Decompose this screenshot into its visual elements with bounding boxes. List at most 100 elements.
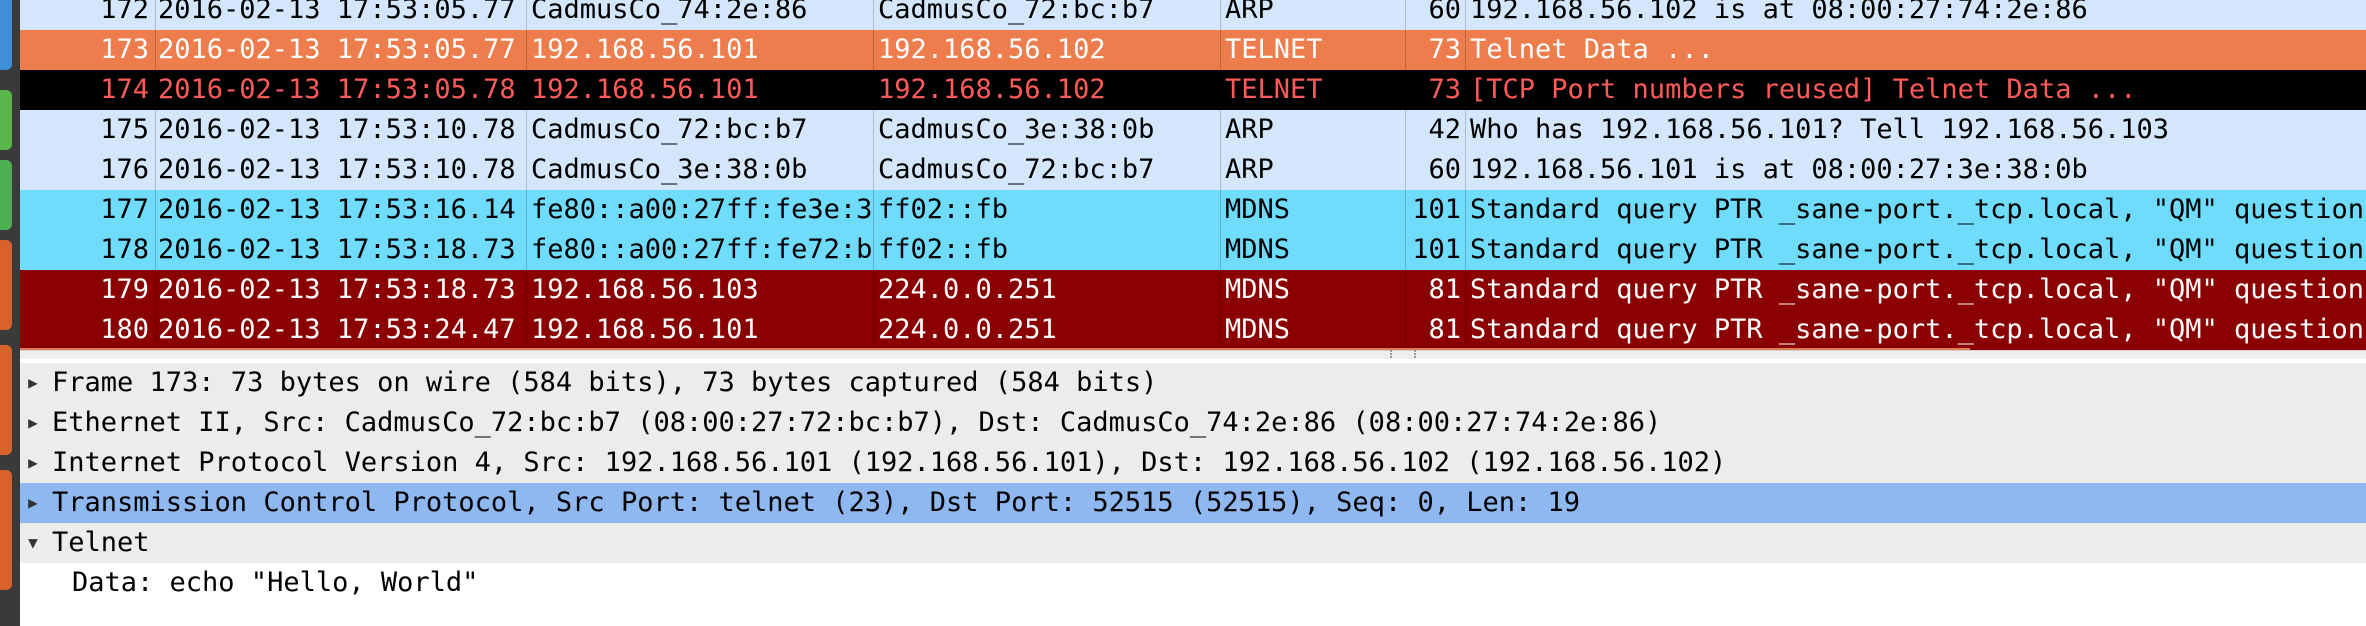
launcher-tile[interactable] [0, 90, 12, 150]
packet-source: 192.168.56.101 [527, 310, 874, 350]
packet-length: 101 [1406, 190, 1466, 230]
packet-protocol: ARP [1221, 110, 1406, 150]
tree-item-label: Data: echo "Hello, World" [72, 567, 479, 598]
tree-item-telnet-data[interactable]: Data: echo "Hello, World" [20, 563, 2366, 603]
launcher-sidebar [0, 0, 20, 626]
packet-length: 81 [1406, 310, 1466, 350]
packet-number: 177 [20, 190, 156, 230]
packet-row[interactable]: 180 2016-02-13 17:53:24.47 192.168.56.10… [20, 310, 2366, 350]
packet-source: fe80::a00:27ff:fe3e:38 [527, 190, 874, 230]
packet-number: 173 [20, 30, 156, 70]
packet-destination: ff02::fb [874, 230, 1221, 270]
packet-destination: CadmusCo_3e:38:0b [874, 110, 1221, 150]
packet-protocol: MDNS [1221, 270, 1406, 310]
tree-item-label: Internet Protocol Version 4, Src: 192.16… [52, 447, 1727, 478]
packet-info: Standard query PTR _sane-port._tcp.local… [1470, 314, 2365, 345]
packet-source: 192.168.56.101 [527, 30, 874, 70]
packet-time: 2016-02-13 17:53:05.77 [156, 0, 527, 30]
tree-item-telnet[interactable]: ▼ Telnet [20, 523, 2366, 563]
packet-info: Standard query PTR _sane-port._tcp.local… [1470, 234, 2365, 265]
packet-time: 2016-02-13 17:53:18.73 [156, 230, 527, 270]
packet-row[interactable]: 178 2016-02-13 17:53:18.73 fe80::a00:27f… [20, 230, 2366, 270]
packet-length: 101 [1406, 230, 1466, 270]
collapsed-triangle-icon[interactable]: ▶ [24, 403, 42, 443]
packet-info: Standard query PTR _sane-port._tcp.local… [1470, 194, 2365, 225]
tree-item-tcp[interactable]: ▶ Transmission Control Protocol, Src Por… [20, 483, 2366, 523]
collapsed-triangle-icon[interactable]: ▶ [24, 363, 42, 403]
packet-source: CadmusCo_74:2e:86 [527, 0, 874, 30]
packet-protocol: MDNS [1221, 230, 1406, 270]
packet-source: 192.168.56.103 [527, 270, 874, 310]
tree-item-label: Transmission Control Protocol, Src Port:… [52, 487, 1581, 518]
packet-source: 192.168.56.101 [527, 70, 874, 110]
launcher-tile[interactable] [0, 160, 12, 230]
packet-destination: CadmusCo_72:bc:b7 [874, 150, 1221, 190]
packet-destination: CadmusCo_72:bc:b7 [874, 0, 1221, 30]
tree-item-label: Ethernet II, Src: CadmusCo_72:bc:b7 (08:… [52, 407, 1662, 438]
packet-destination: 224.0.0.251 [874, 310, 1221, 350]
tree-item-label: Frame 173: 73 bytes on wire (584 bits), … [52, 367, 1158, 398]
tree-item-frame[interactable]: ▶ Frame 173: 73 bytes on wire (584 bits)… [20, 363, 2366, 403]
packet-time: 2016-02-13 17:53:18.73 [156, 270, 527, 310]
packet-row[interactable]: 179 2016-02-13 17:53:18.73 192.168.56.10… [20, 270, 2366, 310]
packet-time: 2016-02-13 17:53:16.14 [156, 190, 527, 230]
tree-item-ethernet[interactable]: ▶ Ethernet II, Src: CadmusCo_72:bc:b7 (0… [20, 403, 2366, 443]
launcher-tile[interactable] [0, 0, 12, 70]
wireshark-main: 172 2016-02-13 17:53:05.77 CadmusCo_74:2… [20, 0, 2366, 626]
launcher-tile[interactable] [0, 240, 12, 330]
packet-row[interactable]: 176 2016-02-13 17:53:10.78 CadmusCo_3e:3… [20, 150, 2366, 190]
packet-number: 174 [20, 70, 156, 110]
packet-time: 2016-02-13 17:53:24.47 [156, 310, 527, 350]
packet-protocol: TELNET [1221, 70, 1406, 110]
packet-row[interactable]: 173 2016-02-13 17:53:05.77 192.168.56.10… [20, 30, 2366, 70]
packet-number: 179 [20, 270, 156, 310]
packet-protocol: ARP [1221, 150, 1406, 190]
packet-number: 176 [20, 150, 156, 190]
packet-number: 175 [20, 110, 156, 150]
packet-destination: 192.168.56.102 [874, 30, 1221, 70]
collapsed-triangle-icon[interactable]: ▶ [24, 483, 42, 523]
packet-length: 60 [1406, 150, 1466, 190]
packet-protocol: TELNET [1221, 30, 1406, 70]
packet-source: CadmusCo_3e:38:0b [527, 150, 874, 190]
packet-length: 73 [1406, 70, 1466, 110]
packet-info: 192.168.56.102 is at 08:00:27:74:2e:86 [1470, 0, 2088, 25]
packet-protocol: MDNS [1221, 310, 1406, 350]
launcher-tile[interactable] [0, 470, 12, 590]
packet-source: fe80::a00:27ff:fe72:bc [527, 230, 874, 270]
packet-length: 60 [1406, 0, 1466, 30]
packet-list[interactable]: 172 2016-02-13 17:53:05.77 CadmusCo_74:2… [20, 0, 2366, 350]
packet-destination: ff02::fb [874, 190, 1221, 230]
packet-row[interactable]: 174 2016-02-13 17:53:05.78 192.168.56.10… [20, 70, 2366, 110]
packet-length: 42 [1406, 110, 1466, 150]
packet-length: 81 [1406, 270, 1466, 310]
packet-row[interactable]: 177 2016-02-13 17:53:16.14 fe80::a00:27f… [20, 190, 2366, 230]
packet-info: 192.168.56.101 is at 08:00:27:3e:38:0b [1470, 154, 2088, 185]
packet-time: 2016-02-13 17:53:10.78 [156, 150, 527, 190]
collapsed-triangle-icon[interactable]: ▶ [24, 443, 42, 483]
packet-time: 2016-02-13 17:53:05.77 [156, 30, 527, 70]
packet-destination: 224.0.0.251 [874, 270, 1221, 310]
packet-info: Who has 192.168.56.101? Tell 192.168.56.… [1470, 114, 2169, 145]
tree-item-label: Telnet [52, 527, 150, 558]
packet-info: [TCP Port numbers reused] Telnet Data ..… [1470, 74, 2137, 105]
packet-row[interactable]: 172 2016-02-13 17:53:05.77 CadmusCo_74:2… [20, 0, 2366, 30]
packet-protocol: ARP [1221, 0, 1406, 30]
packet-info: Telnet Data ... [1470, 34, 1714, 65]
splitter-grip-icon[interactable] [1390, 350, 1416, 358]
packet-time: 2016-02-13 17:53:10.78 [156, 110, 527, 150]
packet-destination: 192.168.56.102 [874, 70, 1221, 110]
expanded-triangle-icon[interactable]: ▼ [24, 523, 42, 563]
packet-length: 73 [1406, 30, 1466, 70]
packet-info: Standard query PTR _sane-port._tcp.local… [1470, 274, 2365, 305]
packet-source: CadmusCo_72:bc:b7 [527, 110, 874, 150]
packet-details-tree[interactable]: ▶ Frame 173: 73 bytes on wire (584 bits)… [20, 363, 2366, 626]
packet-row[interactable]: 175 2016-02-13 17:53:10.78 CadmusCo_72:b… [20, 110, 2366, 150]
packet-number: 180 [20, 310, 156, 350]
packet-time: 2016-02-13 17:53:05.78 [156, 70, 527, 110]
pane-splitter[interactable] [20, 350, 2366, 359]
tree-item-ipv4[interactable]: ▶ Internet Protocol Version 4, Src: 192.… [20, 443, 2366, 483]
launcher-tile[interactable] [0, 345, 12, 455]
packet-protocol: MDNS [1221, 190, 1406, 230]
packet-number: 178 [20, 230, 156, 270]
